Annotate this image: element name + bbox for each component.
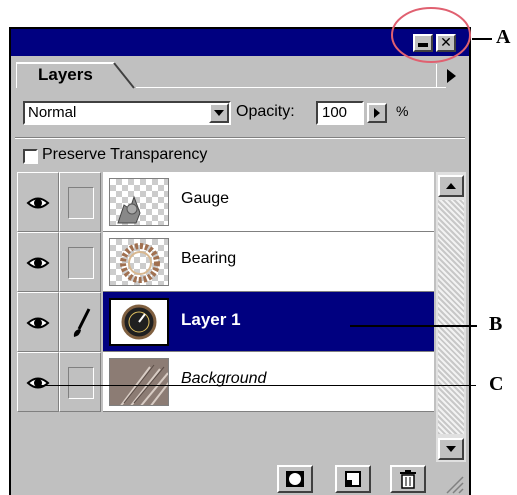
layer-name: Layer 1 bbox=[181, 310, 241, 329]
add-layer-mask-button[interactable] bbox=[277, 465, 313, 493]
layer-name: Bearing bbox=[181, 250, 237, 267]
resize-grip-icon[interactable] bbox=[441, 471, 465, 495]
active-layer-indicator[interactable] bbox=[59, 292, 101, 352]
link-slot bbox=[68, 247, 94, 279]
visibility-toggle[interactable] bbox=[17, 232, 59, 292]
divider bbox=[15, 137, 465, 139]
callout-b-leader bbox=[350, 325, 477, 327]
callout-label-c: C bbox=[489, 373, 504, 395]
delete-layer-button[interactable] bbox=[390, 465, 426, 493]
link-slot bbox=[68, 367, 94, 399]
link-toggle[interactable] bbox=[59, 352, 101, 412]
panel-menu-arrow-icon bbox=[447, 69, 456, 83]
opacity-label: Opacity: bbox=[236, 103, 295, 120]
tab-divider bbox=[136, 87, 446, 88]
layer-row[interactable]: Layer 1 bbox=[15, 292, 434, 352]
layer-thumbnail bbox=[109, 298, 169, 346]
layers-palette: ✕ Layers Normal Opacity: 100 % Preserve … bbox=[9, 27, 471, 495]
layer1-thumbnail-art bbox=[121, 304, 157, 340]
palette-bottom-bar bbox=[15, 465, 465, 495]
layer-row[interactable]: Gauge bbox=[15, 172, 434, 232]
visibility-toggle[interactable] bbox=[17, 172, 59, 232]
link-slot bbox=[68, 187, 94, 219]
layer-name: Gauge bbox=[181, 190, 230, 207]
chevron-down-icon bbox=[214, 110, 224, 116]
layer-row[interactable]: Background bbox=[15, 352, 434, 412]
preserve-transparency-label: Preserve Transparency bbox=[42, 146, 208, 163]
layer-mask-icon bbox=[286, 471, 304, 487]
chevron-down-icon bbox=[446, 446, 456, 452]
bearing-thumbnail-art bbox=[120, 243, 160, 283]
layer-list-scrollbar[interactable] bbox=[436, 172, 466, 462]
scroll-down-button[interactable] bbox=[438, 438, 464, 460]
blend-mode-value: Normal bbox=[28, 104, 77, 121]
background-thumbnail-art bbox=[110, 359, 168, 405]
callout-label-b: B bbox=[489, 313, 503, 335]
link-toggle[interactable] bbox=[59, 232, 101, 292]
opacity-slider-button[interactable] bbox=[367, 103, 387, 123]
callout-highlight-circle bbox=[391, 7, 471, 63]
palette-menu-button[interactable] bbox=[436, 64, 466, 88]
scroll-track[interactable] bbox=[438, 200, 464, 434]
scroll-up-button[interactable] bbox=[438, 175, 464, 197]
callout-c-leader bbox=[40, 385, 476, 386]
tab-label: Layers bbox=[38, 65, 93, 84]
eye-icon bbox=[26, 197, 50, 209]
callout-a-leader bbox=[472, 38, 492, 40]
chevron-right-icon bbox=[374, 108, 380, 118]
visibility-toggle[interactable] bbox=[17, 352, 59, 412]
paintbrush-icon bbox=[73, 308, 91, 337]
layer-thumbnail bbox=[109, 178, 169, 226]
layer-item[interactable]: Gauge bbox=[103, 172, 434, 232]
eye-icon bbox=[26, 257, 50, 269]
layer-list: Gauge Bearing Layer 1 Background bbox=[15, 172, 434, 462]
eye-icon bbox=[26, 317, 50, 329]
layer-thumbnail bbox=[109, 358, 169, 406]
link-toggle[interactable] bbox=[59, 172, 101, 232]
new-layer-button[interactable] bbox=[335, 465, 371, 493]
callout-label-a: A bbox=[496, 26, 511, 48]
chevron-up-icon bbox=[446, 183, 456, 189]
new-layer-icon bbox=[345, 471, 361, 487]
blend-mode-select[interactable]: Normal bbox=[23, 101, 231, 125]
layer-item[interactable]: Background bbox=[103, 352, 434, 412]
layer-row[interactable]: Bearing bbox=[15, 232, 434, 292]
preserve-transparency-checkbox[interactable] bbox=[23, 149, 38, 164]
opacity-input[interactable]: 100 bbox=[316, 101, 364, 125]
trash-icon bbox=[400, 470, 416, 489]
visibility-toggle[interactable] bbox=[17, 292, 59, 352]
blend-mode-dropdown-button[interactable] bbox=[209, 103, 229, 123]
tab-layers[interactable]: Layers bbox=[16, 62, 136, 89]
layer-thumbnail bbox=[109, 238, 169, 286]
eye-icon bbox=[26, 377, 50, 389]
percent-label: % bbox=[396, 103, 409, 119]
layer-item[interactable]: Bearing bbox=[103, 232, 434, 292]
gauge-thumbnail-art bbox=[117, 195, 141, 224]
layer-item-selected[interactable]: Layer 1 bbox=[103, 292, 434, 352]
